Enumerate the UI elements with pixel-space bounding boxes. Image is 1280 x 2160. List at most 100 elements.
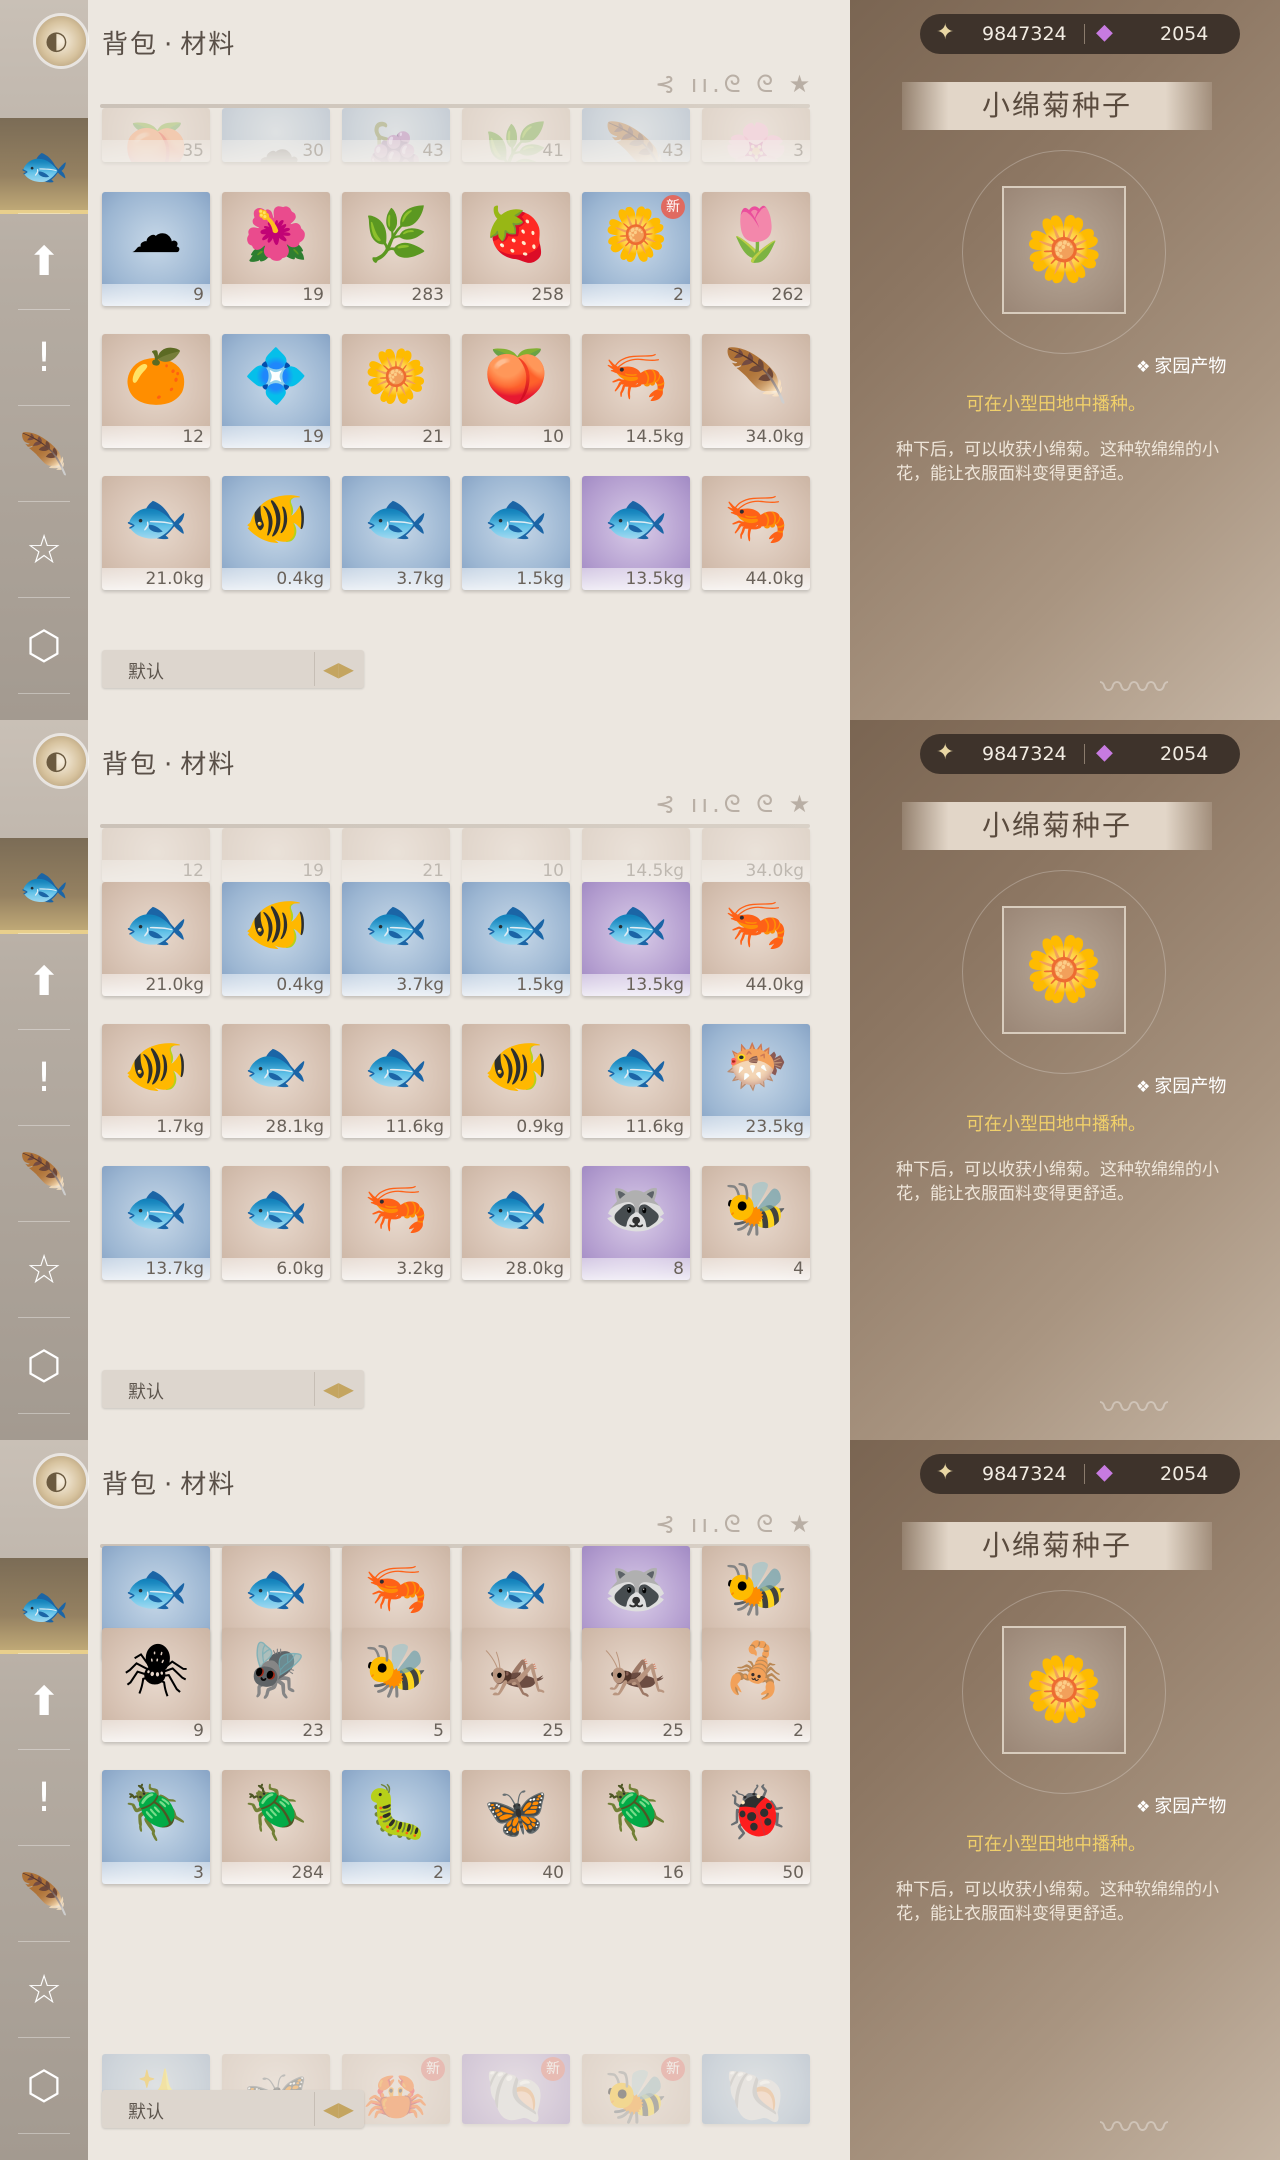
inventory-item[interactable]: 🐟 21.0kg (102, 882, 210, 996)
sort-label: 默认 (128, 2102, 164, 2123)
item-icon: 🕷 (122, 1641, 189, 1701)
item-count: 43 (582, 140, 690, 162)
flourish-decoration: 〰〰 (1100, 2108, 1168, 2148)
inventory-item[interactable]: 🌿41 (462, 108, 570, 162)
item-icon: 🦗 (483, 1641, 549, 1701)
item-icon: 🪲 (243, 1783, 309, 1843)
inventory-item[interactable]: 🐚 (702, 2054, 810, 2124)
inventory-item[interactable]: 10 (462, 828, 570, 882)
inventory-item[interactable]: 21 (342, 828, 450, 882)
inventory-item[interactable]: 🐟 1.5kg (462, 882, 570, 996)
inventory-item[interactable]: 🐠 0.4kg (222, 882, 330, 996)
inventory-item[interactable]: 🪲 16 (582, 1770, 690, 1884)
sort-toggle-icon[interactable]: ◀▶ (314, 1372, 362, 1406)
item-count: 21 (342, 426, 450, 448)
inventory-item[interactable]: 🐟 1.5kg (462, 476, 570, 590)
item-count: 21 (342, 860, 450, 882)
item-count: 6.0kg (222, 1258, 330, 1280)
inventory-item[interactable]: 🌼 2 新 (582, 192, 690, 306)
inventory-item[interactable]: 🐛 2 (342, 1770, 450, 1884)
inventory-item[interactable]: 🌸3 (702, 108, 810, 162)
inventory-item[interactable]: 🪲 3 (102, 1770, 210, 1884)
item-icon: 🦐 (723, 895, 789, 955)
inventory-item[interactable]: 🌷 262 (702, 192, 810, 306)
inventory-item[interactable]: 🐠 1.7kg (102, 1024, 210, 1138)
inventory-item[interactable]: 🦐 44.0kg (702, 476, 810, 590)
inventory-item[interactable]: 🍇43 (342, 108, 450, 162)
inventory-item[interactable]: 🌿 283 (342, 192, 450, 306)
inventory-item[interactable]: 🌼 21 (342, 334, 450, 448)
inventory-item[interactable]: 🐠 0.9kg (462, 1024, 570, 1138)
item-count: 44.0kg (702, 568, 810, 590)
inventory-item[interactable]: 🐠 0.4kg (222, 476, 330, 590)
sort-selector[interactable]: 默认 ◀▶ (102, 1370, 364, 1408)
inventory-item[interactable]: 🍑 10 (462, 334, 570, 448)
item-icon: 🐝 (723, 1559, 789, 1619)
diamond-icon: ❖ (1136, 357, 1151, 376)
sort-toggle-icon[interactable]: ◀▶ (314, 652, 362, 686)
inventory-item[interactable]: 🐚 新 (462, 2054, 570, 2124)
inventory-item[interactable]: 🐟 11.6kg (342, 1024, 450, 1138)
inventory-item[interactable]: 🐟 13.5kg (582, 476, 690, 590)
inventory-item[interactable]: 19 (222, 828, 330, 882)
seed-bag-icon: 🌼 (1024, 213, 1104, 287)
inventory-item[interactable]: 🐟 11.6kg (582, 1024, 690, 1138)
inventory-item[interactable]: 🍓 258 (462, 192, 570, 306)
inventory-item[interactable]: 🐞 50 (702, 1770, 810, 1884)
sort-selector[interactable]: 默认 ◀▶ (102, 650, 364, 688)
inventory-item[interactable]: 🐟 3.7kg (342, 476, 450, 590)
inventory-item[interactable]: 🐟 6.0kg (222, 1166, 330, 1280)
inventory-item[interactable]: 🪶43 (582, 108, 690, 162)
gem-currency-icon: ◆ (1096, 1460, 1113, 1485)
inventory-item[interactable]: 🐟 28.0kg (462, 1166, 570, 1280)
item-count: 40 (462, 1862, 570, 1884)
item-count: 41 (462, 140, 570, 162)
inventory-item[interactable]: 🌺 19 (222, 192, 330, 306)
inventory-item[interactable]: 🍊 12 (102, 334, 210, 448)
sort-selector[interactable]: 默认 ◀▶ (102, 2090, 364, 2128)
item-icon: 🦝 (603, 1559, 669, 1619)
inventory-item[interactable]: 🦗 25 (582, 1628, 690, 1742)
inventory-item[interactable]: 🦂 2 (702, 1628, 810, 1742)
inventory-item[interactable]: 🦗 25 (462, 1628, 570, 1742)
inventory-item[interactable]: ☁ 9 (102, 192, 210, 306)
inventory-item[interactable]: 🪲 284 (222, 1770, 330, 1884)
item-icon: 🐟 (123, 895, 189, 955)
item-count: 28.1kg (222, 1116, 330, 1138)
item-count: 12 (102, 426, 210, 448)
inventory-item[interactable]: 12 (102, 828, 210, 882)
inventory-item[interactable]: 🐟 3.7kg (342, 882, 450, 996)
inventory-item[interactable]: 🐟 13.7kg (102, 1166, 210, 1280)
sort-toggle-icon[interactable]: ◀▶ (314, 2092, 362, 2126)
item-icon: 🐟 (243, 1179, 309, 1239)
item-count: 21.0kg (102, 974, 210, 996)
item-icon: 🌼 (363, 347, 429, 407)
item-name: 小绵菊种子 (981, 1529, 1132, 1562)
inventory-item[interactable]: ☁30 (222, 108, 330, 162)
inventory-item[interactable]: 🐝 新 (582, 2054, 690, 2124)
inventory-item[interactable]: 🐟 28.1kg (222, 1024, 330, 1138)
inventory-item[interactable]: 💠 19 (222, 334, 330, 448)
inventory-item[interactable]: 🦐 3.2kg (342, 1166, 450, 1280)
inventory-item[interactable]: 🪶 34.0kg (702, 334, 810, 448)
inventory-item[interactable]: 🐝 5 (342, 1628, 450, 1742)
inventory-item[interactable]: 🐟 13.5kg (582, 882, 690, 996)
inventory-item[interactable]: 🕷 9 (102, 1628, 210, 1742)
inventory-item[interactable]: 🐝4 (702, 1166, 810, 1280)
inventory-item[interactable]: 🐟 21.0kg (102, 476, 210, 590)
item-icon: 🐟 (483, 489, 549, 549)
inventory-item[interactable]: 🪰 23 (222, 1628, 330, 1742)
inventory-item[interactable]: 34.0kg (702, 828, 810, 882)
inventory-item[interactable]: 🦝8 (582, 1166, 690, 1280)
inventory-item[interactable]: 🐡 23.5kg (702, 1024, 810, 1138)
item-preview: 🌼 (1002, 906, 1126, 1034)
inventory-item[interactable]: 🦋 40 (462, 1770, 570, 1884)
item-count: 11.6kg (342, 1116, 450, 1138)
currency-bar: ✦ 9847324 ◆ 2054 (920, 14, 1240, 54)
item-preview: 🌼 (1002, 186, 1126, 314)
inventory-item[interactable]: 🦐 44.0kg (702, 882, 810, 996)
inventory-item[interactable]: 14.5kg (582, 828, 690, 882)
item-grid: 🍑35☁30🍇43🌿41🪶43🌸3 ☁9🌺19🌿283🍓258🌼2新🌷262 🍊12… (0, 0, 820, 720)
inventory-item[interactable]: 🦐 14.5kg (582, 334, 690, 448)
inventory-item[interactable]: 🍑35 (102, 108, 210, 162)
